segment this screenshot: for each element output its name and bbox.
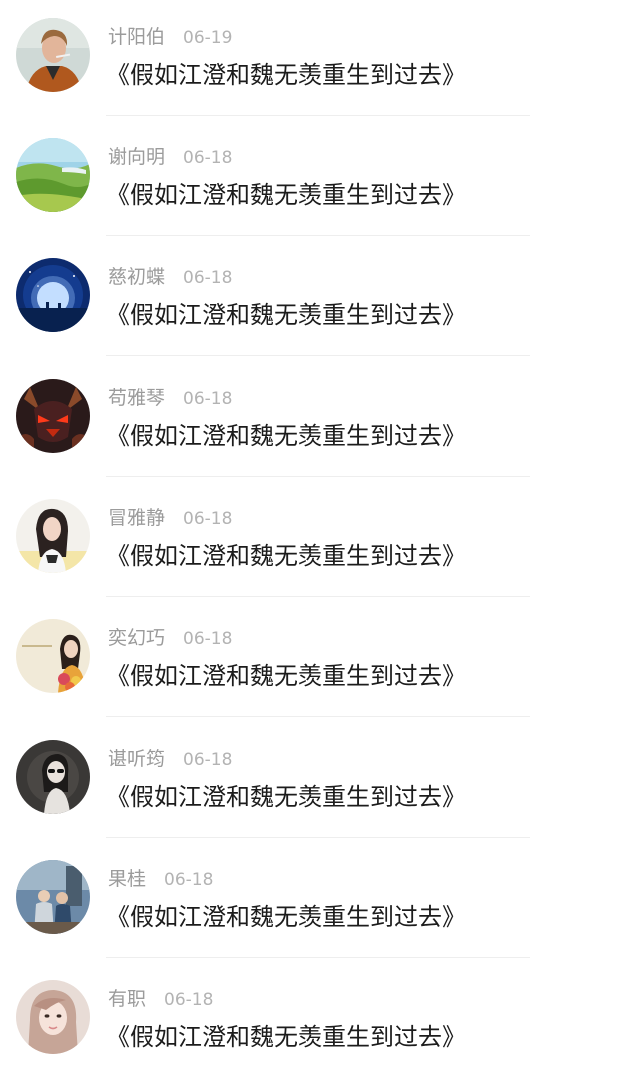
message-preview: 《假如江澄和魏无羡重生到过去》: [106, 422, 466, 450]
girl-sunglasses-avatar[interactable]: [16, 740, 90, 814]
message-preview: 《假如江澄和魏无羡重生到过去》: [106, 903, 466, 931]
divider: [106, 476, 530, 477]
contact-name: 慈初蝶: [108, 266, 166, 288]
divider: [106, 957, 530, 958]
message-preview: 《假如江澄和魏无羡重生到过去》: [106, 542, 466, 570]
landscape-avatar[interactable]: [16, 138, 90, 212]
conversation-item[interactable]: 谌听筠 06-18 《假如江澄和魏无羡重生到过去》: [0, 722, 640, 842]
divider: [106, 837, 530, 838]
conversation-item[interactable]: 有职 06-18 《假如江澄和魏无羡重生到过去》: [0, 962, 640, 1077]
conversation-item[interactable]: 谢向明 06-18 《假如江澄和魏无羡重生到过去》: [0, 120, 640, 240]
message-date: 06-18: [183, 750, 233, 770]
conversation-item[interactable]: 果桂 06-18 《假如江澄和魏无羡重生到过去》: [0, 842, 640, 962]
message-preview: 《假如江澄和魏无羡重生到过去》: [106, 61, 466, 89]
divider: [106, 355, 530, 356]
conversation-item[interactable]: 冒雅静 06-18 《假如江澄和魏无羡重生到过去》: [0, 481, 640, 601]
conversation-item[interactable]: 奕幻巧 06-18 《假如江澄和魏无羡重生到过去》: [0, 601, 640, 721]
message-date: 06-18: [183, 509, 233, 529]
contact-name: 果桂: [108, 868, 147, 890]
man-portrait-avatar[interactable]: [16, 18, 90, 92]
message-preview: 《假如江澄和魏无羡重生到过去》: [106, 783, 466, 811]
message-date: 06-18: [183, 148, 233, 168]
divider: [106, 115, 530, 116]
message-date: 06-18: [164, 990, 214, 1010]
conversation-item[interactable]: 慈初蝶 06-18 《假如江澄和魏无羡重生到过去》: [0, 240, 640, 360]
girl-selfie-avatar[interactable]: [16, 980, 90, 1054]
message-date: 06-18: [183, 629, 233, 649]
message-date: 06-19: [183, 28, 233, 48]
conversation-list: 计阳伯 06-19 《假如江澄和魏无羡重生到过去》 谢向明 06-18 《假如江澄和…: [0, 0, 640, 1077]
girl-portrait-avatar[interactable]: [16, 499, 90, 573]
divider: [106, 596, 530, 597]
girl-with-flowers-avatar[interactable]: [16, 619, 90, 693]
message-preview: 《假如江澄和魏无羡重生到过去》: [106, 181, 466, 209]
message-date: 06-18: [183, 389, 233, 409]
contact-name: 有职: [108, 988, 147, 1010]
message-preview: 《假如江澄和魏无羡重生到过去》: [106, 662, 466, 690]
contact-name: 谢向明: [108, 146, 166, 168]
conversation-item[interactable]: 苟雅琴 06-18 《假如江澄和魏无羡重生到过去》: [0, 361, 640, 481]
contact-name: 谌听筠: [108, 748, 166, 770]
divider: [106, 716, 530, 717]
couple-photo-avatar[interactable]: [16, 860, 90, 934]
conversation-item[interactable]: 计阳伯 06-19 《假如江澄和魏无羡重生到过去》: [0, 0, 640, 120]
message-date: 06-18: [183, 268, 233, 288]
moon-night-avatar[interactable]: [16, 258, 90, 332]
contact-name: 苟雅琴: [108, 387, 166, 409]
contact-name: 奕幻巧: [108, 627, 166, 649]
contact-name: 计阳伯: [108, 26, 166, 48]
message-preview: 《假如江澄和魏无羡重生到过去》: [106, 1023, 466, 1051]
contact-name: 冒雅静: [108, 507, 166, 529]
game-character-avatar[interactable]: [16, 379, 90, 453]
divider: [106, 235, 530, 236]
message-date: 06-18: [164, 870, 214, 890]
message-preview: 《假如江澄和魏无羡重生到过去》: [106, 301, 466, 329]
